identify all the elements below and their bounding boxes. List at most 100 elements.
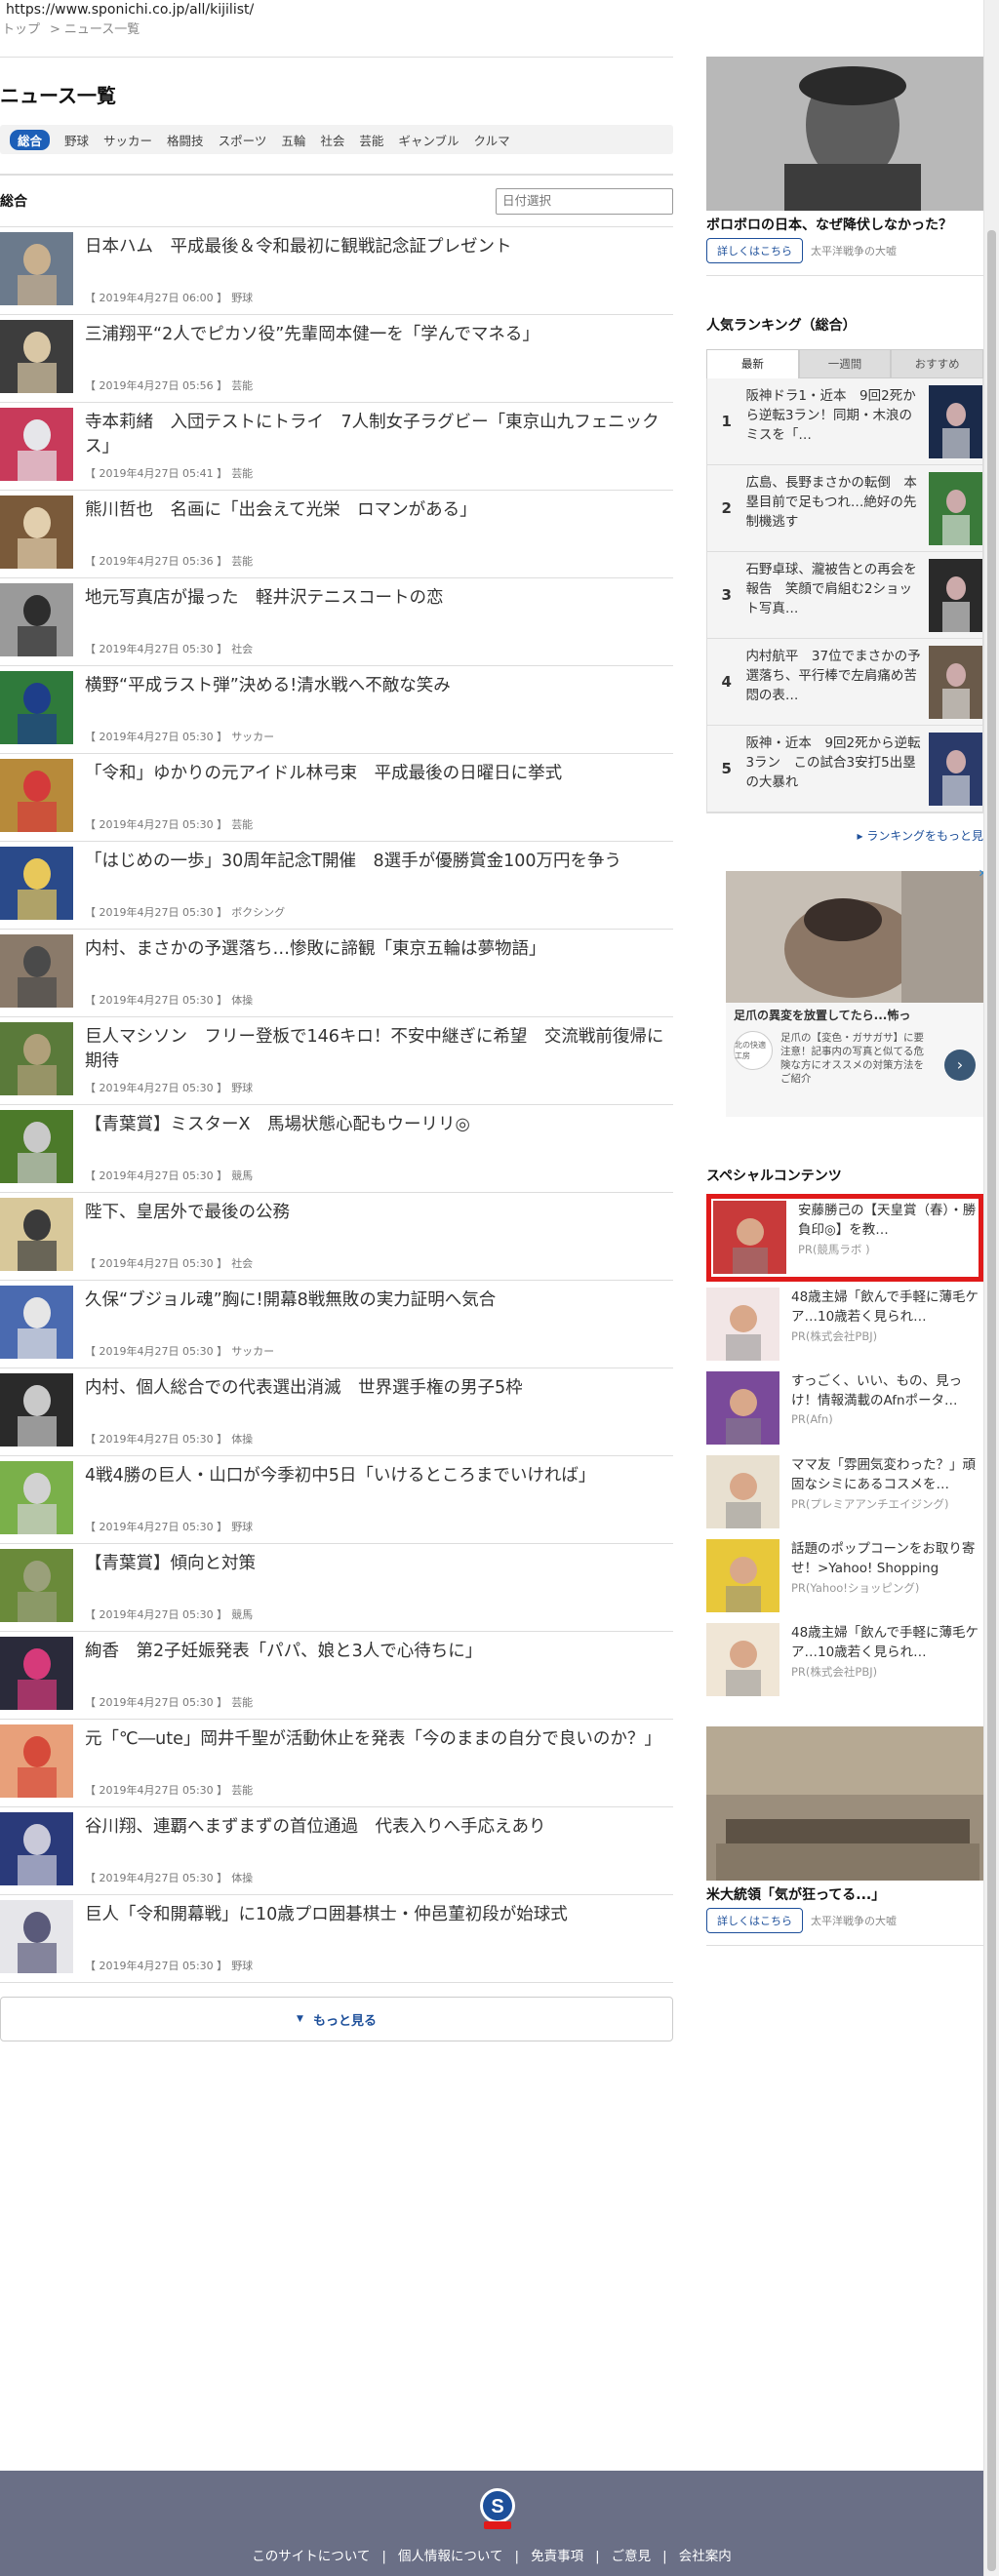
ranking-tab[interactable]: 一週間 <box>798 349 892 378</box>
footer-link[interactable]: 個人情報について <box>398 2549 503 2564</box>
news-thumbnail[interactable] <box>0 671 73 744</box>
news-thumbnail[interactable] <box>0 1286 73 1359</box>
news-thumbnail[interactable] <box>0 1724 73 1798</box>
news-thumbnail[interactable] <box>0 1637 73 1710</box>
genre-tab[interactable]: スポーツ <box>219 131 267 149</box>
news-title[interactable]: 谷川翔、連覇へまずまずの首位通過 代表入りへ手応えあり <box>85 1815 670 1840</box>
special-item[interactable]: すっごく、いい、もの、見っけ！情報満載のAfnポータ… PR(Afn) <box>706 1367 983 1451</box>
news-item[interactable]: 内村、まさかの予選落ち…惨敗に諦観「東京五輪は夢物語」【 2019年4月27日 … <box>0 930 673 1017</box>
breadcrumb-home[interactable]: トップ <box>2 22 40 37</box>
ad-details-button[interactable]: 詳しくはこちら <box>706 1908 803 1933</box>
genre-tab[interactable]: クルマ <box>474 131 510 149</box>
footer-link[interactable]: 会社案内 <box>679 2549 732 2564</box>
news-title[interactable]: 三浦翔平“2人でピカソ役”先輩岡本健一を「学んでマネる」 <box>85 323 670 347</box>
special-item[interactable]: ママ友「雰囲気変わった？」頑固なシミにあるコスメを… PR(プレミアアンチエイジン… <box>706 1451 983 1535</box>
ranking-item[interactable]: 1 阪神ドラ1・近本 9回2死から逆転3ラン！同期・木浪のミスを「… <box>707 378 982 465</box>
news-thumbnail[interactable] <box>0 1900 73 1973</box>
news-title[interactable]: 陛下、皇居外で最後の公務 <box>85 1201 670 1225</box>
special-thumbnail[interactable] <box>706 1455 779 1528</box>
ad-photo[interactable] <box>706 1726 983 1881</box>
special-item[interactable]: 安藤勝己の【天皇賞（春）・勝負印◎】を教… PR(競馬ラボ ) <box>706 1194 983 1282</box>
news-title[interactable]: 「令和」ゆかりの元アイドル林弓束 平成最後の日曜日に挙式 <box>85 762 670 786</box>
news-item[interactable]: 巨人「令和開幕戦」に10歳プロ囲碁棋士・仲邑菫初段が始球式【 2019年4月27… <box>0 1895 673 1983</box>
native-ad-title[interactable]: 足爪の異変を放置してたら...怖っ <box>726 1003 983 1027</box>
ranking-more-link[interactable]: ▸ ランキングをもっと見 <box>706 827 984 844</box>
news-item[interactable]: 元「℃―ute」岡井千聖が活動休止を発表「今のままの自分で良いのか？」【 201… <box>0 1720 673 1807</box>
ranking-title[interactable]: 阪神・近本 9回2死から逆転3ラン この試合3安打5出塁の大暴れ <box>745 730 924 808</box>
ranking-item[interactable]: 4 内村航平 37位でまさかの予選落ち、平行棒で左肩痛め苦悶の表… <box>707 639 982 726</box>
native-ad-photo[interactable] <box>726 871 983 1003</box>
native-ad[interactable]: ✕ 足爪の異変を放置してたら...怖っ 北の快適工房 足爪の【変色・ガサガサ】に… <box>726 867 987 1117</box>
more-button[interactable]: ▼ もっと見る <box>0 1997 673 2041</box>
ranking-title[interactable]: 石野卓球、瀧被告との再会を報告 笑顔で肩組む2ショット写真… <box>745 556 924 634</box>
news-item[interactable]: 内村、個人総合での代表選出消滅 世界選手権の男子5枠【 2019年4月27日 0… <box>0 1368 673 1456</box>
ranking-title[interactable]: 阪神ドラ1・近本 9回2死から逆転3ラン！同期・木浪のミスを「… <box>745 382 924 460</box>
ad-title[interactable]: ボロボロの日本、なぜ降伏しなかった？ <box>706 217 983 234</box>
news-title[interactable]: 絢香 第2子妊娠発表「パパ、娘と3人で心待ちに」 <box>85 1640 670 1664</box>
ranking-thumbnail[interactable] <box>928 558 982 632</box>
news-thumbnail[interactable] <box>0 1549 73 1622</box>
ranking-item[interactable]: 2 広島、長野まさかの転倒 本塁目前で足もつれ…絶好の先制機逃す <box>707 465 982 552</box>
special-thumbnail[interactable] <box>706 1288 779 1361</box>
news-item[interactable]: 横野“平成ラスト弾”決める!清水戦へ不敵な笑み【 2019年4月27日 05:3… <box>0 666 673 754</box>
news-item[interactable]: 【青葉賞】ミスターX 馬場状態心配もウーリリ◎ 【 2019年4月27日 05:3… <box>0 1105 673 1193</box>
genre-tab[interactable]: 社会 <box>320 131 344 149</box>
ranking-thumbnail[interactable] <box>928 384 982 458</box>
ad-photo[interactable] <box>706 57 983 211</box>
news-title[interactable]: 【青葉賞】傾向と対策 <box>85 1552 670 1576</box>
special-title[interactable]: 48歳主婦「飲んで手軽に薄毛ケア…10歳若く見られ… <box>791 1623 983 1662</box>
news-title[interactable]: 元「℃―ute」岡井千聖が活動休止を発表「今のままの自分で良いのか？」 <box>85 1727 670 1752</box>
news-title[interactable]: 「はじめの一歩」30周年記念T開催 8選手が優勝賞金100万円を争う <box>85 850 670 874</box>
special-title[interactable]: すっごく、いい、もの、見っけ！情報満載のAfnポータ… <box>791 1371 983 1410</box>
scrollbar[interactable] <box>983 0 999 2576</box>
genre-tab[interactable]: 総合 <box>10 129 51 150</box>
footer-link[interactable]: ご意見 <box>612 2549 652 2564</box>
url-bar[interactable]: https://www.sponichi.co.jp/all/kijilist/ <box>6 2 254 18</box>
news-item[interactable]: 巨人マシソン フリー登板で146キロ！不安中継ぎに希望 交流戦前復帰に期待【 2… <box>0 1017 673 1105</box>
news-title[interactable]: 巨人マシソン フリー登板で146キロ！不安中継ぎに希望 交流戦前復帰に期待 <box>85 1025 670 1074</box>
news-title[interactable]: 4戦4勝の巨人・山口が今季初中5日「いけるところまでいければ」 <box>85 1464 670 1488</box>
news-title[interactable]: 巨人「令和開幕戦」に10歳プロ囲碁棋士・仲邑菫初段が始球式 <box>85 1903 670 1927</box>
special-item[interactable]: 48歳主婦「飲んで手軽に薄毛ケア…10歳若く見られ… PR(株式会社PBJ) <box>706 1284 983 1367</box>
special-item[interactable]: 話題のポップコーンをお取り寄せ！>Yahoo! Shopping PR(Yahoo… <box>706 1535 983 1619</box>
genre-tab[interactable]: 芸能 <box>359 131 383 149</box>
ranking-title[interactable]: 内村航平 37位でまさかの予選落ち、平行棒で左肩痛め苦悶の表… <box>745 643 924 721</box>
news-title[interactable]: 内村、個人総合での代表選出消滅 世界選手権の男子5枠 <box>85 1376 670 1401</box>
ranking-thumbnail[interactable] <box>928 471 982 545</box>
genre-tab[interactable]: 野球 <box>64 131 89 149</box>
news-item[interactable]: 「はじめの一歩」30周年記念T開催 8選手が優勝賞金100万円を争う【 2019… <box>0 842 673 930</box>
news-thumbnail[interactable] <box>0 759 73 832</box>
ranking-thumbnail[interactable] <box>928 732 982 806</box>
side-ad-1[interactable]: ボロボロの日本、なぜ降伏しなかった？ 詳しくはこちら 太平洋戦争の大嘘 <box>706 57 983 276</box>
ranking-item[interactable]: 5 阪神・近本 9回2死から逆転3ラン この試合3安打5出塁の大暴れ <box>707 726 982 812</box>
news-title[interactable]: 日本ハム 平成最後＆令和最初に観戦記念証プレゼント <box>85 235 670 259</box>
special-item[interactable]: 48歳主婦「飲んで手軽に薄毛ケア…10歳若く見られ… PR(株式会社PBJ) <box>706 1619 983 1703</box>
news-title[interactable]: 【青葉賞】ミスターX 馬場状態心配もウーリリ◎ <box>85 1113 670 1137</box>
ranking-title[interactable]: 広島、長野まさかの転倒 本塁目前で足もつれ…絶好の先制機逃す <box>745 469 924 547</box>
special-thumbnail[interactable] <box>713 1201 786 1274</box>
news-item[interactable]: 陛下、皇居外で最後の公務【 2019年4月27日 05:30 】社会 <box>0 1193 673 1281</box>
news-item[interactable]: 久保“ブジョル魂”胸に!開幕8戦無敗の実力証明へ気合【 2019年4月27日 0… <box>0 1281 673 1368</box>
news-item[interactable]: 日本ハム 平成最後＆令和最初に観戦記念証プレゼント【 2019年4月27日 06… <box>0 227 673 315</box>
news-item[interactable]: 谷川翔、連覇へまずまずの首位通過 代表入りへ手応えあり【 2019年4月27日 … <box>0 1807 673 1895</box>
genre-tab[interactable]: 格闘技 <box>167 131 204 149</box>
scrollbar-thumb[interactable] <box>987 230 996 2571</box>
ranking-item[interactable]: 3 石野卓球、瀧被告との再会を報告 笑顔で肩組む2ショット写真… <box>707 552 982 639</box>
special-thumbnail[interactable] <box>706 1371 779 1445</box>
footer-link[interactable]: 免責事項 <box>531 2549 583 2564</box>
news-thumbnail[interactable] <box>0 495 73 569</box>
news-item[interactable]: 「令和」ゆかりの元アイドル林弓束 平成最後の日曜日に挙式【 2019年4月27日… <box>0 754 673 842</box>
special-title[interactable]: 話題のポップコーンをお取り寄せ！>Yahoo! Shopping <box>791 1539 983 1578</box>
ad-title[interactable]: 米大統領「気が狂ってる...」 <box>706 1886 983 1904</box>
news-thumbnail[interactable] <box>0 232 73 305</box>
ranking-tab[interactable]: 最新 <box>706 349 799 378</box>
news-item[interactable]: 三浦翔平“2人でピカソ役”先輩岡本健一を「学んでマネる」【 2019年4月27日… <box>0 315 673 403</box>
special-thumbnail[interactable] <box>706 1539 779 1612</box>
news-thumbnail[interactable] <box>0 1110 73 1183</box>
news-item[interactable]: 寺本莉緒 入団テストにトライ 7人制女子ラグビー「東京山九フェニックス」【 20… <box>0 403 673 491</box>
special-title[interactable]: 安藤勝己の【天皇賞（春）・勝負印◎】を教… <box>798 1201 977 1240</box>
news-title[interactable]: 久保“ブジョル魂”胸に!開幕8戦無敗の実力証明へ気合 <box>85 1288 670 1313</box>
news-thumbnail[interactable] <box>0 1461 73 1534</box>
news-thumbnail[interactable] <box>0 408 73 481</box>
ranking-thumbnail[interactable] <box>928 645 982 719</box>
